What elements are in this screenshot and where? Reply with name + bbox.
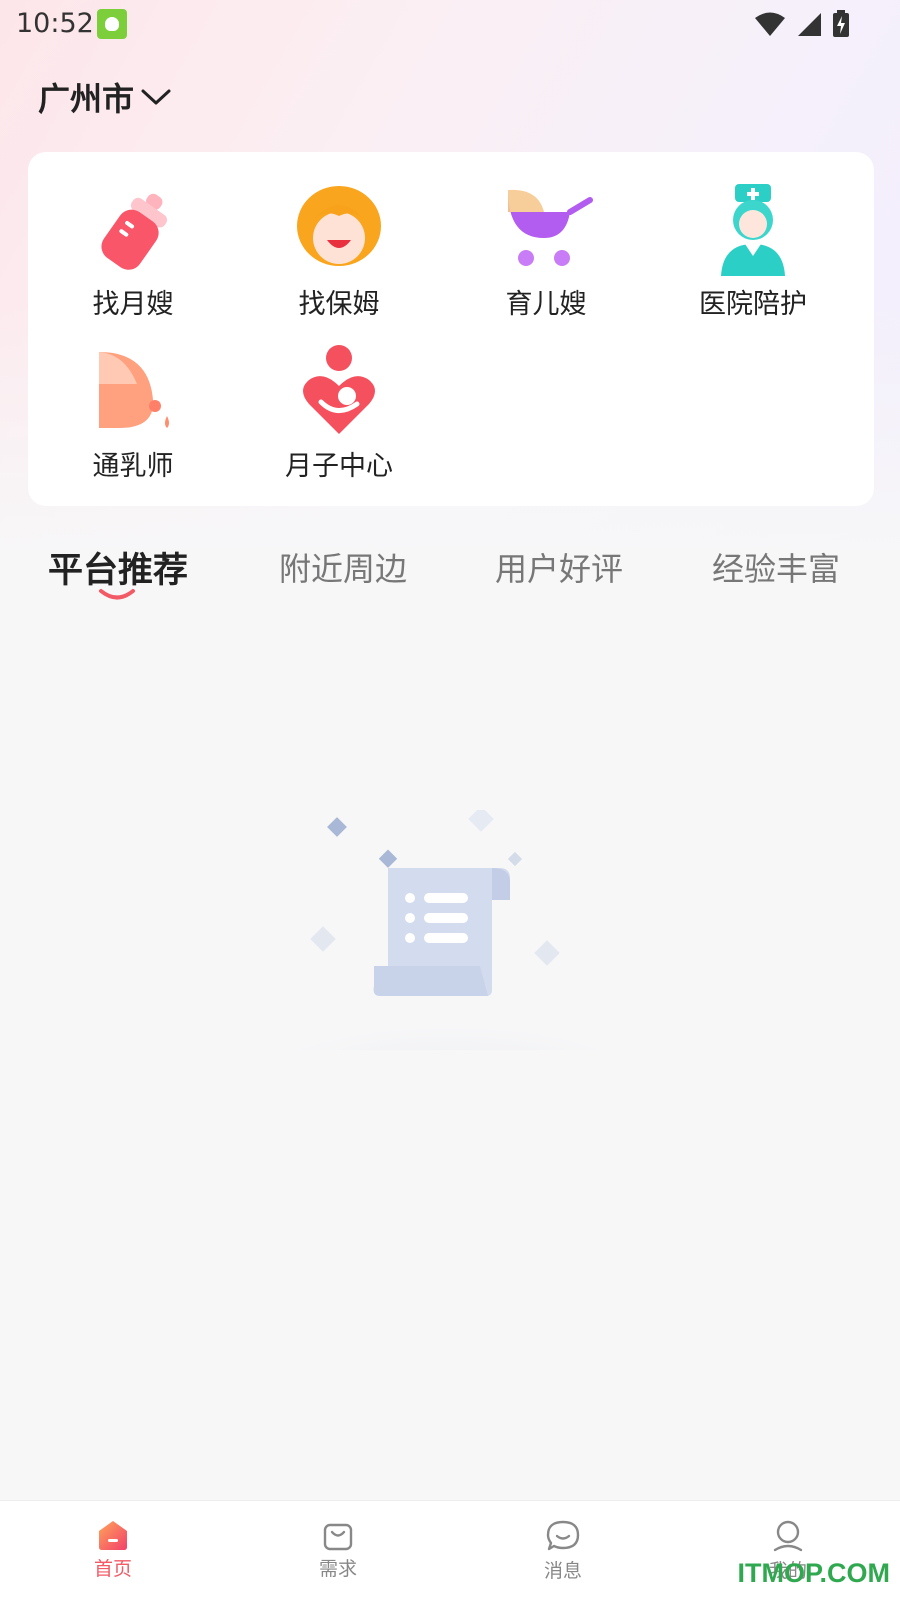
nurse-icon	[705, 182, 801, 278]
service-label: 月子中心	[285, 451, 393, 482]
city-label: 广州市	[38, 80, 135, 118]
service-hospital-escort[interactable]: 医院陪护	[648, 182, 858, 332]
service-childcare-matron[interactable]: 育儿嫂	[441, 182, 651, 332]
empty-list-scroll-icon	[260, 806, 640, 1110]
bottom-navigation: 首页 需求 消息 我的 ITMOP.COM	[0, 1500, 900, 1601]
chat-bubble-icon	[546, 1520, 580, 1551]
status-icons	[754, 10, 850, 38]
service-label: 医院陪护	[699, 289, 807, 320]
home-icon	[99, 1521, 127, 1550]
baby-stroller-icon	[498, 182, 594, 278]
chevron-down-icon	[141, 89, 171, 105]
tab-experienced[interactable]: 经验丰富	[712, 544, 840, 590]
city-selector[interactable]: 广州市	[38, 74, 172, 120]
service-find-maternity-matron[interactable]: 找月嫂	[28, 182, 238, 332]
service-label: 通乳师	[92, 451, 174, 482]
nav-home[interactable]: 首页	[53, 1519, 173, 1581]
service-find-nanny[interactable]: 找保姆	[234, 182, 444, 332]
nanny-face-icon	[291, 182, 387, 278]
nav-label: 消息	[543, 1560, 582, 1582]
app-notification-icon	[97, 9, 127, 39]
shopping-bag-icon	[323, 1523, 353, 1551]
service-confinement-center[interactable]: 月子中心	[234, 344, 444, 494]
nav-messages[interactable]: 消息	[503, 1519, 623, 1583]
service-label: 育儿嫂	[505, 289, 587, 320]
service-grid: 找月嫂 找保姆 育儿嫂 医院陪护 通乳师 月子中心	[28, 152, 874, 506]
baby-bottle-icon	[85, 182, 181, 278]
profile-icon	[773, 1520, 803, 1552]
nav-demand[interactable]: 需求	[278, 1519, 398, 1581]
breast-milk-icon	[85, 344, 181, 440]
tab-platform-recommend[interactable]: 平台推荐	[48, 542, 188, 593]
service-label: 找保姆	[298, 289, 380, 320]
wifi-icon	[755, 12, 785, 36]
status-time: 10:52	[16, 8, 94, 39]
watermark-text: ITMOP.COM	[737, 1558, 890, 1588]
service-lactation-consultant[interactable]: 通乳师	[28, 344, 238, 494]
nav-label: 需求	[318, 1558, 357, 1580]
tab-user-reviews[interactable]: 用户好评	[495, 544, 623, 590]
signal-icon	[798, 13, 821, 36]
status-bar: 10:52	[0, 0, 900, 50]
empty-state-illustration	[260, 806, 640, 1110]
tab-nearby[interactable]: 附近周边	[279, 544, 407, 590]
active-tab-indicator	[99, 589, 135, 600]
battery-charging-icon	[833, 10, 849, 37]
filter-tabs: 平台推荐 附近周边 用户好评 经验丰富	[0, 530, 900, 610]
nav-label: 首页	[93, 1558, 132, 1580]
service-label: 找月嫂	[92, 289, 174, 320]
mother-baby-heart-icon	[291, 344, 387, 440]
